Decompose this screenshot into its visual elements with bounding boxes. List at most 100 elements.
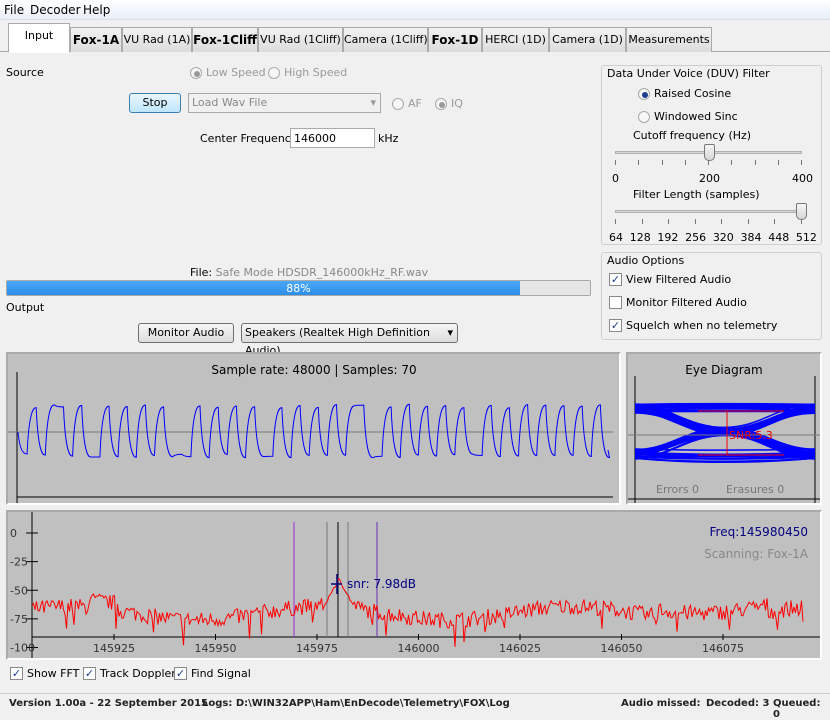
check-icon: ✓ [10,667,23,680]
find-signal-checkbox[interactable]: ✓Find Signal [174,667,251,680]
check-icon: ✓ [174,667,187,680]
queued-count: Queued: 0 [773,698,830,720]
fft-panel: 0-25-50-75-100 1459251459501459751460001… [6,510,822,660]
eye-diagram-panel: Eye Diagram SNR:5.3 Errors 0 Erasures 0 [626,352,822,505]
menu-decoder[interactable]: Decoder [30,3,81,17]
menu-file[interactable]: File [4,3,24,17]
audio-device-select[interactable]: Speakers (Realtek High Definition Audio)… [241,323,458,343]
slider-tick [748,219,749,224]
squelch-checkbox[interactable]: ✓ Squelch when no telemetry [609,319,777,332]
fft-x-tick-label: 145950 [195,642,237,655]
squelch-label: Squelch when no telemetry [626,319,777,332]
filter-length-slider-thumb[interactable] [796,203,807,220]
eye-diagram-title: Eye Diagram [685,363,762,377]
slider-tick [731,160,732,165]
slider-tick [708,160,709,165]
snr-label: snr: 7.98dB [347,577,416,591]
tab-input[interactable]: Input [8,23,70,53]
fft-x-tick-label: 146075 [702,642,744,655]
slider-tick [638,160,639,165]
slider-tick [721,219,722,224]
cutoff-tick-label: 400 [792,172,813,185]
filter-length-tick-labels: 64 128 192 256 320 384 448 512 [603,231,823,245]
windowed-sinc-radio[interactable]: Windowed Sinc [638,110,738,123]
fft-plot[interactable]: 0-25-50-75-100 1459251459501459751460001… [8,512,820,658]
tab-fox-1a[interactable]: Fox-1A [70,27,122,52]
tab-camera-1cliff[interactable]: Camera (1Cliff) [343,27,428,52]
chevron-down-icon: ▾ [370,94,376,112]
source-select[interactable]: Load Wav File ▾ [188,93,381,113]
length-tick-label: 192 [657,231,678,245]
fft-y-ticks: 0-25-50-75-100 [10,527,38,655]
show-fft-checkbox[interactable]: ✓Show FFT [10,667,79,680]
tab-vu-rad-1cliff[interactable]: VU Rad (1Cliff) [258,27,343,52]
check-icon: ✓ [609,273,622,286]
fft-x-tick-label: 145975 [296,642,338,655]
high-speed-radio[interactable]: High Speed [268,66,347,79]
monitor-filtered-audio-checkbox[interactable]: Monitor Filtered Audio [609,296,747,309]
output-label: Output [6,301,44,314]
source-select-value: Load Wav File [192,96,267,109]
frequency-readout: Freq:145980450 [710,525,808,539]
file-info: File: Safe Mode HDSDR_146000kHz_RF.wav [190,266,428,279]
audio-missed: Audio missed: [621,698,701,709]
menu-help[interactable]: Help [83,3,110,17]
low-speed-label: Low Speed [206,66,266,79]
fft-x-tick-label: 146025 [499,642,541,655]
tab-camera-1d[interactable]: Camera (1D) [549,27,626,52]
filter-length-ticks [615,219,802,225]
fft-y-tick-label: -25 [10,556,28,569]
slider-tick [615,219,616,224]
raised-cosine-radio[interactable]: Raised Cosine [638,87,731,100]
center-frequency-label: Center Frequency [200,132,297,145]
af-radio[interactable]: AF [392,97,422,110]
tab-strip: Input Fox-1A VU Rad (1A) Fox-1Cliff VU R… [0,22,830,52]
tab-fox-1d[interactable]: Fox-1D [428,27,482,52]
slider-tick [801,219,802,224]
fft-y-tick-label: -100 [10,642,35,655]
iq-radio[interactable]: IQ [435,97,463,110]
slider-tick [685,160,686,165]
slider-tick [801,160,802,165]
check-icon: ✓ [609,319,622,332]
length-tick-label: 512 [796,231,817,245]
slider-tick [695,219,696,224]
stop-button[interactable]: Stop [129,93,181,113]
tab-fox-1cliff[interactable]: Fox-1Cliff [192,27,258,52]
tab-herci-1d[interactable]: HERCI (1D) [482,27,549,52]
filter-length-slider-track[interactable] [615,210,802,213]
waveform-trace [18,404,610,458]
check-icon: ✓ [83,667,96,680]
eye-traces [635,404,815,463]
high-speed-label: High Speed [284,66,347,79]
cutoff-tick-label: 0 [612,172,619,185]
tab-measurements[interactable]: Measurements [626,27,712,52]
monitor-audio-button[interactable]: Monitor Audio [138,323,234,343]
eye-snr: SNR:5.3 [729,429,773,442]
length-tick-label: 384 [741,231,762,245]
cutoff-slider-thumb[interactable] [704,144,715,161]
slider-tick [778,160,779,165]
center-frequency-unit: kHz [378,132,398,145]
fft-y-tick-label: -50 [10,584,28,597]
version-text: Version 1.00a - 22 September 2015 [9,698,208,709]
tab-vu-rad-1a[interactable]: VU Rad (1A) [122,27,192,52]
slider-tick [774,219,775,224]
progress-text: 88% [7,282,590,295]
fft-x-tick-label: 145925 [93,642,135,655]
file-name: Safe Mode HDSDR_146000kHz_RF.wav [216,266,429,279]
slider-tick [642,219,643,224]
slider-tick [668,219,669,224]
fft-x-tick-label: 146000 [398,642,440,655]
source-label: Source [6,66,44,79]
length-tick-label: 64 [609,231,623,245]
chevron-down-icon: ▾ [447,324,453,342]
center-frequency-input[interactable] [290,128,375,148]
eye-errors: Errors 0 [656,483,699,496]
duv-filter-title: Data Under Voice (DUV) Filter [607,67,770,80]
fft-y-tick-label: -75 [10,613,28,626]
waveform-plot: Sample rate: 48000 | Samples: 70 [8,354,619,503]
low-speed-radio[interactable]: Low Speed [190,66,266,79]
track-doppler-checkbox[interactable]: ✓Track Doppler [83,667,176,680]
view-filtered-audio-checkbox[interactable]: ✓View Filtered Audio [609,273,731,286]
